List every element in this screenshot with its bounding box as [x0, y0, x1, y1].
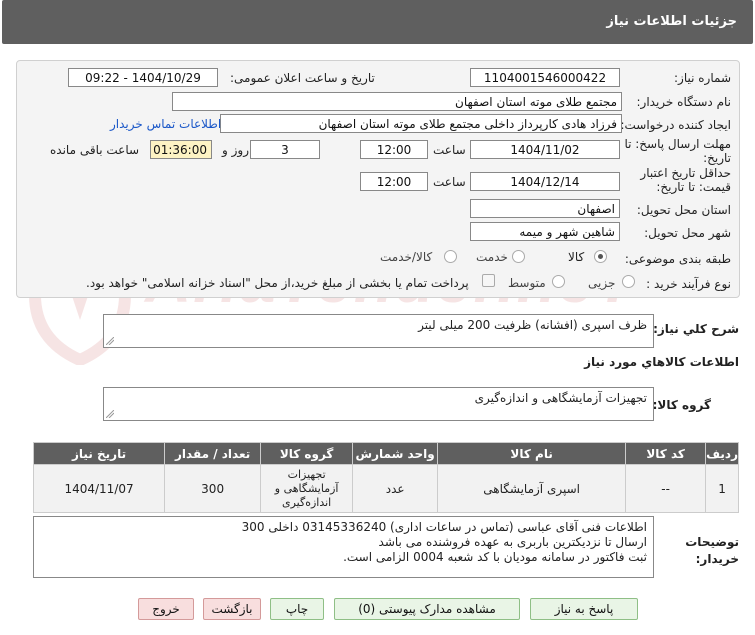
cell-item-group: تجهیزات آزمایشگاهی و اندازه‌گیری [260, 464, 354, 513]
goods-table: ردیف کد کالا نام کالا واحد شمارش گروه کا… [32, 442, 739, 513]
buyer-org-field: مجتمع طلای موته استان اصفهان [172, 92, 622, 111]
cell-item-name: اسپری آزمایشگاهی [437, 464, 627, 513]
min-price-time-field: 12:00 [360, 172, 428, 191]
category-radio-service[interactable] [512, 250, 525, 263]
buyer-notes-label: توضیحات خریدار: [685, 535, 739, 566]
cell-need-date: 1404/11/07 [32, 464, 166, 513]
table-row: 1 -- اسپری آزمایشگاهی عدد تجهیزات آزمایش… [32, 464, 739, 513]
creator-label: ایجاد کننده درخواست: [620, 118, 731, 132]
province-field: اصفهان [470, 199, 620, 218]
city-label: شهر محل تحویل: [644, 226, 731, 240]
announce-date-label: تاریخ و ساعت اعلان عمومی: [230, 71, 375, 85]
remaining-time-field: 01:36:00 [150, 140, 212, 159]
col-unit: واحد شمارش [352, 442, 439, 465]
goods-group-label: گروه کالا: [652, 398, 711, 412]
buyer-notes-field: اطلاعات فنی آقای عباسی (تماس در ساعات اد… [33, 516, 654, 578]
buyer-org-label: نام دستگاه خریدار: [636, 95, 732, 109]
attachments-button[interactable]: مشاهده مدارک پیوستی (0) [334, 598, 520, 620]
col-need-date: تاریخ نیاز [32, 442, 166, 465]
buyer-note-line: اطلاعات فنی آقای عباسی (تماس در ساعات اد… [241, 520, 647, 534]
category-radio-goods[interactable] [594, 250, 607, 263]
table-header-row: ردیف کد کالا نام کالا واحد شمارش گروه کا… [32, 442, 739, 465]
need-number-label: شماره نیاز: [674, 71, 731, 85]
print-button[interactable]: چاپ [270, 598, 324, 620]
need-number-field: 1104001546000422 [470, 68, 620, 87]
page-title: جزئیات اطلاعات نیاز [606, 14, 737, 29]
summary-label: شرح کلي نياز: [653, 322, 739, 336]
cell-unit: عدد [352, 464, 439, 513]
cell-item-code: -- [625, 464, 707, 513]
col-row-number: ردیف [705, 442, 739, 465]
buyer-contact-link[interactable]: اطلاعات تماس خریدار [110, 117, 221, 131]
col-quantity: تعداد / مقدار [164, 442, 262, 465]
creator-field: فرزاد هادی کارپرداز داخلی مجتمع طلای موت… [220, 114, 622, 133]
city-field: شاهین شهر و میمه [470, 222, 620, 241]
deadline-time-label: ساعت [433, 143, 466, 157]
summary-text: ظرف اسپری (افشانه) ظرفیت 200 میلی لیتر [418, 318, 647, 332]
min-price-time-label: ساعت [433, 175, 466, 189]
deadline-time-field: 12:00 [360, 140, 428, 159]
treasury-payment-note: پرداخت تمام یا بخشی از مبلغ خرید،از محل … [86, 276, 469, 290]
col-item-code: کد کالا [625, 442, 707, 465]
deadline-date-field: 1404/11/02 [470, 140, 620, 159]
min-price-date-field: 1404/12/14 [470, 172, 620, 191]
exit-button[interactable]: خروج [138, 598, 194, 620]
back-button[interactable]: بازگشت [203, 598, 261, 620]
goods-group-field: تجهیزات آزمایشگاهی و اندازه‌گیری [103, 387, 654, 421]
process-radio-minor[interactable] [622, 275, 635, 288]
min-price-label: حداقل تاریخ اعتبار قیمت: تا تاریخ: [640, 166, 731, 194]
category-option-goods-service: کالا/خدمت [380, 250, 433, 264]
category-option-goods: کالا [568, 250, 585, 264]
province-label: استان محل تحویل: [636, 203, 731, 217]
category-label: طبقه بندی موضوعی: [624, 252, 731, 266]
process-option-medium: متوسط [508, 276, 546, 290]
category-option-service: خدمت [476, 250, 508, 264]
process-label: نوع فرآیند خرید : [646, 277, 731, 291]
resize-grip-icon[interactable] [106, 337, 114, 345]
category-radio-goods-service[interactable] [444, 250, 457, 263]
col-item-group: گروه کالا [260, 442, 354, 465]
resize-grip-icon[interactable] [106, 410, 114, 418]
announce-date-field: 1404/10/29 - 09:22 [68, 68, 218, 87]
page-header: جزئیات اطلاعات نیاز [2, 0, 753, 44]
days-label: روز و [222, 143, 249, 157]
process-radio-medium[interactable] [552, 275, 565, 288]
summary-field: ظرف اسپری (افشانه) ظرفیت 200 میلی لیتر [103, 314, 654, 348]
buyer-note-line: ارسال تا نزدیکترین باربری به عهده فروشند… [378, 535, 647, 549]
treasury-payment-checkbox[interactable] [482, 274, 495, 287]
days-remaining-field: 3 [250, 140, 320, 159]
buyer-note-line: ثبت فاکتور در سامانه مودیان با کد شعبه 0… [343, 550, 647, 564]
col-item-name: نام کالا [437, 442, 627, 465]
reply-button[interactable]: پاسخ به نیاز [530, 598, 638, 620]
cell-row-number: 1 [705, 464, 739, 513]
goods-group-text: تجهیزات آزمایشگاهی و اندازه‌گیری [474, 391, 647, 405]
remaining-time-label: ساعت باقی مانده [50, 143, 140, 157]
process-option-minor: جزیی [588, 276, 616, 290]
cell-quantity: 300 [164, 464, 262, 513]
deadline-label: مهلت ارسال پاسخ: تا تاریخ: [624, 137, 731, 165]
goods-info-title: اطلاعات كالاهاي مورد نياز [584, 355, 739, 369]
